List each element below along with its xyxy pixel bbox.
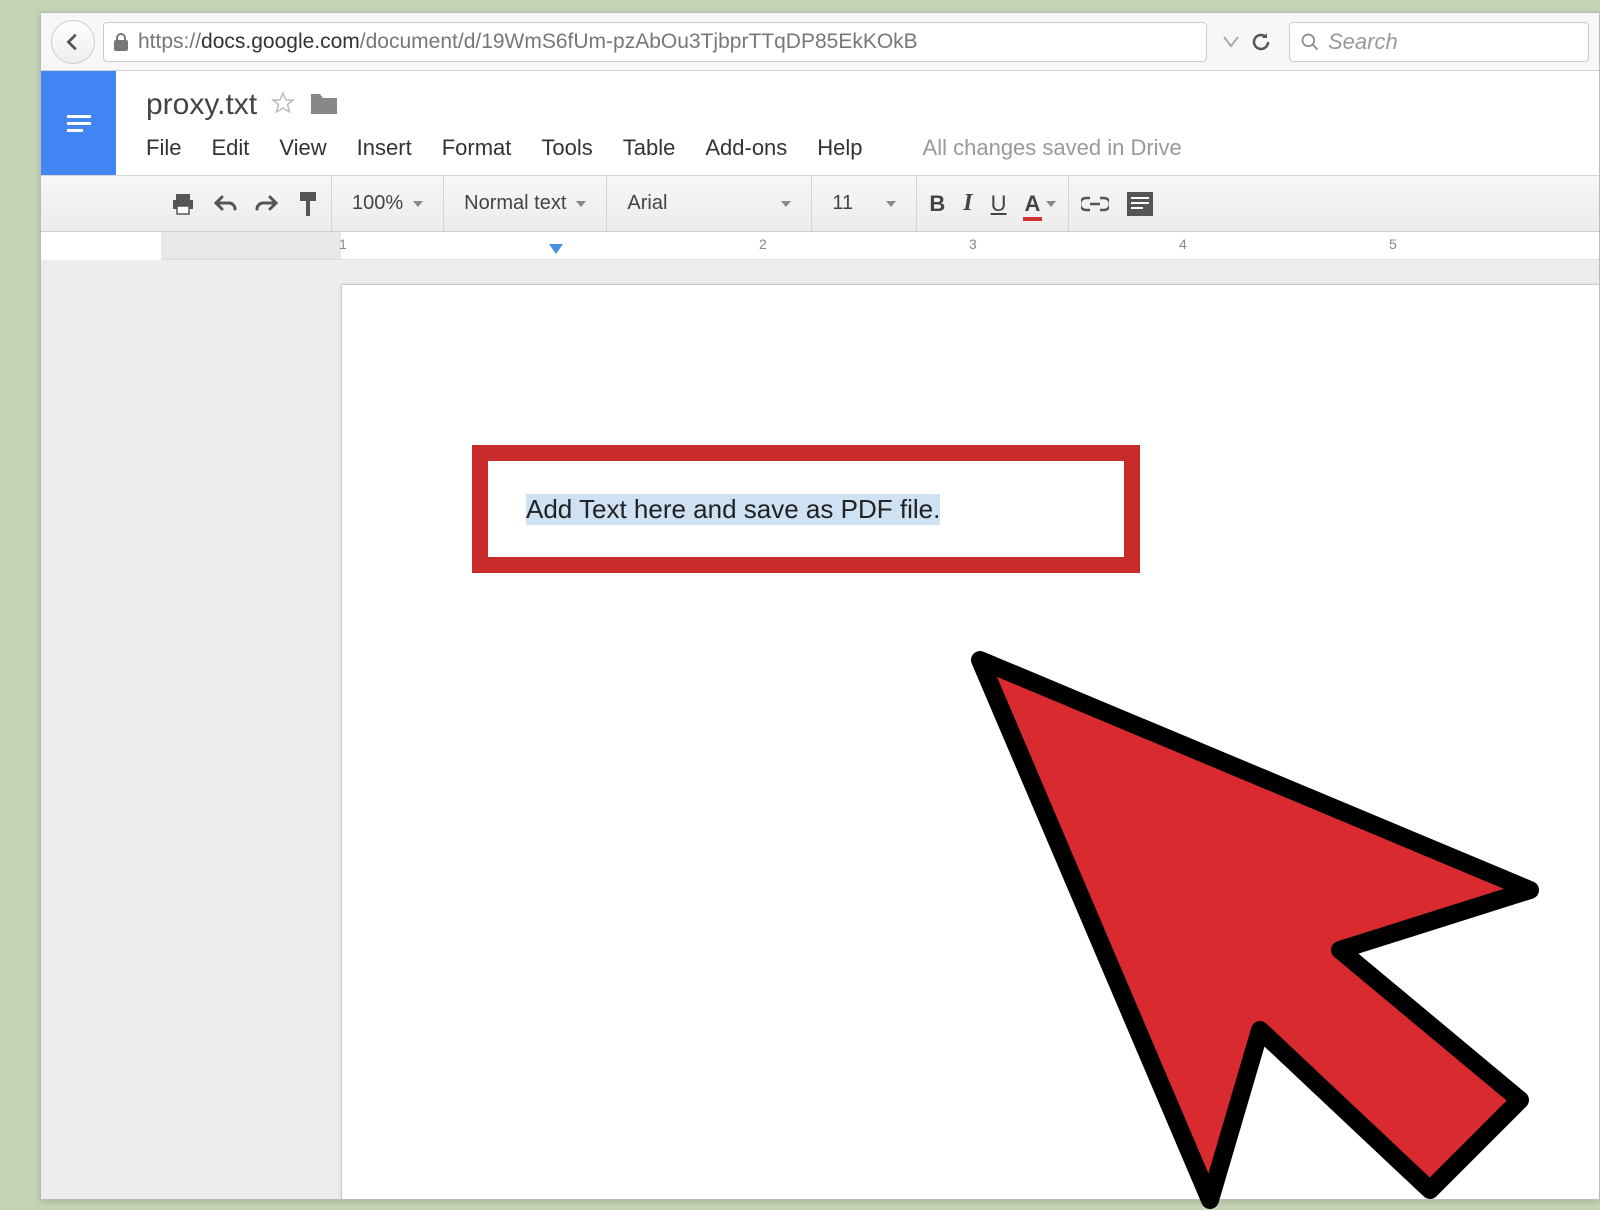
browser-url-bar: https://docs.google.com/document/d/19WmS… xyxy=(41,13,1599,71)
search-icon xyxy=(1300,32,1320,52)
save-status: All changes saved in Drive xyxy=(923,135,1182,161)
size-value: 11 xyxy=(832,192,853,215)
ruler-tick: 5 xyxy=(1389,236,1397,252)
menu-table[interactable]: Table xyxy=(623,135,676,161)
docs-title-area: proxy.txt File Edit View Insert Format T… xyxy=(116,71,1599,175)
toolbar-actions-group xyxy=(171,176,332,231)
size-group: 11 xyxy=(812,176,917,231)
lock-icon xyxy=(114,33,128,51)
underline-button[interactable]: U xyxy=(991,191,1007,217)
undo-icon[interactable] xyxy=(213,194,237,214)
text-color-button[interactable]: A xyxy=(1025,191,1041,217)
ruler-tick: 2 xyxy=(759,236,767,252)
annotation-cursor-arrow-icon xyxy=(960,650,1580,1210)
menu-edit[interactable]: Edit xyxy=(211,135,249,161)
search-placeholder: Search xyxy=(1328,29,1398,55)
title-row: proxy.txt xyxy=(146,81,1579,129)
text-format-group: B I U A xyxy=(917,176,1069,231)
url-text-domain: docs.google.com xyxy=(201,30,360,54)
indent-marker-icon[interactable] xyxy=(549,244,563,254)
url-text-prefix: https:// xyxy=(138,30,201,54)
editor-gutter xyxy=(41,260,161,1199)
menu-tools[interactable]: Tools xyxy=(541,135,592,161)
formatting-toolbar: 100% Normal text Arial 11 B I U xyxy=(41,176,1599,232)
paragraph-style-select[interactable]: Normal text xyxy=(456,192,594,215)
italic-button[interactable]: I xyxy=(963,190,972,217)
font-value: Arial xyxy=(627,192,667,215)
align-icon[interactable] xyxy=(1127,192,1153,216)
redo-icon[interactable] xyxy=(255,194,279,214)
style-value: Normal text xyxy=(464,192,566,215)
dropdown-icon[interactable] xyxy=(1223,36,1239,48)
font-size-select[interactable]: 11 xyxy=(824,192,904,215)
document-selected-text[interactable]: Add Text here and save as PDF file. xyxy=(526,494,940,525)
paint-format-icon[interactable] xyxy=(297,191,319,217)
insert-group xyxy=(1069,176,1165,231)
arrow-left-icon xyxy=(62,31,84,53)
ruler-margin-left xyxy=(161,232,341,259)
caret-icon xyxy=(413,201,423,207)
url-actions xyxy=(1215,30,1281,54)
bold-button[interactable]: B xyxy=(929,191,945,217)
url-input[interactable]: https://docs.google.com/document/d/19WmS… xyxy=(103,22,1207,62)
url-text-path: /document/d/19WmS6fUm-pzAbOu3TjbprTTqDP8… xyxy=(360,30,918,54)
ruler-tick: 3 xyxy=(969,236,977,252)
caret-icon xyxy=(1046,201,1056,207)
star-icon[interactable] xyxy=(271,91,295,120)
docs-header: proxy.txt File Edit View Insert Format T… xyxy=(41,71,1599,176)
menu-help[interactable]: Help xyxy=(817,135,862,161)
style-group: Normal text xyxy=(444,176,607,231)
menu-addons[interactable]: Add-ons xyxy=(705,135,787,161)
docs-logo-icon xyxy=(61,105,97,141)
menu-insert[interactable]: Insert xyxy=(357,135,412,161)
caret-icon xyxy=(781,201,791,207)
menu-format[interactable]: Format xyxy=(442,135,512,161)
caret-icon xyxy=(576,201,586,207)
search-input[interactable]: Search xyxy=(1289,22,1589,62)
back-button[interactable] xyxy=(51,20,95,64)
font-group: Arial xyxy=(607,176,812,231)
refresh-icon[interactable] xyxy=(1249,30,1273,54)
menu-file[interactable]: File xyxy=(146,135,181,161)
ruler-tick: 4 xyxy=(1179,236,1187,252)
docs-logo[interactable] xyxy=(41,71,116,175)
zoom-select[interactable]: 100% xyxy=(344,192,431,215)
zoom-value: 100% xyxy=(352,192,403,215)
link-icon[interactable] xyxy=(1081,196,1109,212)
print-icon[interactable] xyxy=(171,193,195,215)
menu-view[interactable]: View xyxy=(279,135,326,161)
ruler-tick: 1 xyxy=(339,236,347,252)
zoom-group: 100% xyxy=(332,176,444,231)
menu-bar: File Edit View Insert Format Tools Table… xyxy=(146,129,1579,171)
caret-icon xyxy=(886,201,896,207)
annotation-highlight-box: Add Text here and save as PDF file. xyxy=(472,445,1140,573)
folder-icon[interactable] xyxy=(309,90,339,121)
document-title[interactable]: proxy.txt xyxy=(146,88,257,122)
horizontal-ruler[interactable]: 1 2 3 4 5 xyxy=(161,232,1599,260)
font-select[interactable]: Arial xyxy=(619,192,799,215)
